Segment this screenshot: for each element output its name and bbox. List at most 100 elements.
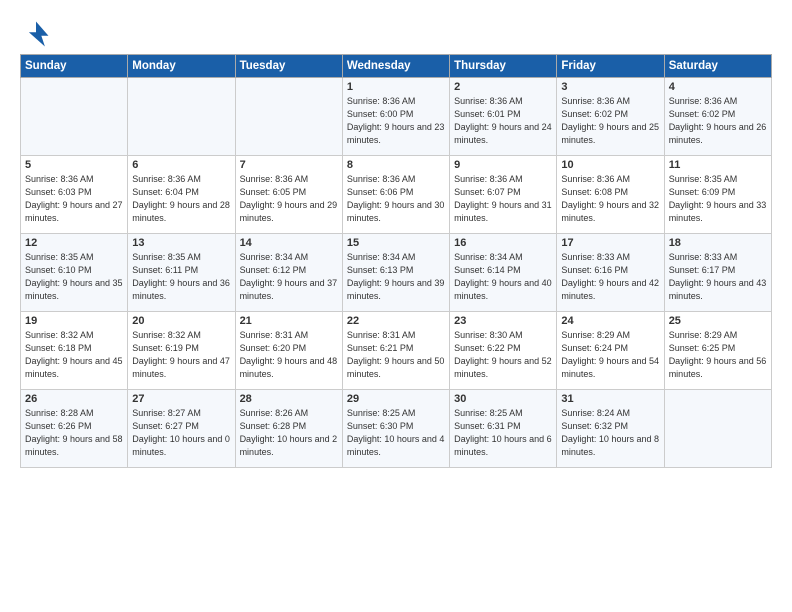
day-number: 24 (561, 315, 659, 327)
day-cell: 28Sunrise: 8:26 AM Sunset: 6:28 PM Dayli… (235, 390, 342, 468)
day-number: 13 (132, 237, 230, 249)
day-cell: 30 Sunrise: 8:25 AM Sunset: 6:31 PM Dayli… (450, 390, 557, 468)
day-detail: Sunrise: 8:31 AM Sunset: 6:21 PM Dayligh… (347, 329, 445, 381)
day-detail: Sunrise: 8:36 AM Sunset: 6:03 PM Dayligh… (25, 173, 123, 225)
day-detail: Sunrise: 8:35 AM Sunset: 6:10 PM Dayligh… (25, 251, 123, 303)
day-detail: Sunrise: 8:32 AM Sunset: 6:18 PM Dayligh… (25, 329, 123, 381)
day-cell: 16 Sunrise: 8:34 AM Sunset: 6:14 PM Dayli… (450, 234, 557, 312)
day-detail: Sunrise: 8:25 AM Sunset: 6:31 PM Dayligh… (454, 407, 552, 459)
day-cell: 10 Sunrise: 8:36 AM Sunset: 6:08 PM Dayli… (557, 156, 664, 234)
day-number: 1 (347, 81, 445, 93)
day-cell: 12 Sunrise: 8:35 AM Sunset: 6:10 PM Dayli… (21, 234, 128, 312)
day-number: 2 (454, 81, 552, 93)
day-detail: Sunrise: 8:36 AM Sunset: 6:02 PM Dayligh… (669, 95, 767, 147)
day-detail: Sunrise: 8:35 AM Sunset: 6:11 PM Dayligh… (132, 251, 230, 303)
header (20, 18, 772, 50)
day-detail: Sunrise: 8:36 AM Sunset: 6:05 PM Dayligh… (240, 173, 338, 225)
day-number: 14 (240, 237, 338, 249)
day-cell: 11 Sunrise: 8:35 AM Sunset: 6:09 PM Dayli… (664, 156, 771, 234)
day-number: 21 (240, 315, 338, 327)
week-row-3: 12 Sunrise: 8:35 AM Sunset: 6:10 PM Dayli… (21, 234, 772, 312)
day-detail: Sunrise: 8:36 AM Sunset: 6:07 PM Dayligh… (454, 173, 552, 225)
day-number: 26 (25, 393, 123, 405)
weekday-saturday: Saturday (664, 55, 771, 78)
day-detail: Sunrise: 8:32 AM Sunset: 6:19 PM Dayligh… (132, 329, 230, 381)
week-row-2: 5 Sunrise: 8:36 AM Sunset: 6:03 PM Daylig… (21, 156, 772, 234)
day-number: 16 (454, 237, 552, 249)
day-number: 23 (454, 315, 552, 327)
weekday-tuesday: Tuesday (235, 55, 342, 78)
day-number: 25 (669, 315, 767, 327)
day-number: 19 (25, 315, 123, 327)
day-cell (235, 78, 342, 156)
day-number: 27 (132, 393, 230, 405)
day-cell: 20 Sunrise: 8:32 AM Sunset: 6:19 PM Dayli… (128, 312, 235, 390)
day-number: 18 (669, 237, 767, 249)
day-cell: 6Sunrise: 8:36 AM Sunset: 6:04 PM Daylig… (128, 156, 235, 234)
day-number: 12 (25, 237, 123, 249)
day-detail: Sunrise: 8:34 AM Sunset: 6:13 PM Dayligh… (347, 251, 445, 303)
weekday-sunday: Sunday (21, 55, 128, 78)
day-cell: 7Sunrise: 8:36 AM Sunset: 6:05 PM Daylig… (235, 156, 342, 234)
logo (20, 18, 56, 50)
day-number: 30 (454, 393, 552, 405)
day-number: 9 (454, 159, 552, 171)
day-cell: 9 Sunrise: 8:36 AM Sunset: 6:07 PM Daylig… (450, 156, 557, 234)
day-number: 4 (669, 81, 767, 93)
day-number: 15 (347, 237, 445, 249)
weekday-friday: Friday (557, 55, 664, 78)
calendar-table: SundayMondayTuesdayWednesdayThursdayFrid… (20, 54, 772, 468)
day-cell: 21 Sunrise: 8:31 AM Sunset: 6:20 PM Dayli… (235, 312, 342, 390)
day-number: 22 (347, 315, 445, 327)
day-cell: 19 Sunrise: 8:32 AM Sunset: 6:18 PM Dayli… (21, 312, 128, 390)
weekday-wednesday: Wednesday (342, 55, 449, 78)
day-number: 10 (561, 159, 659, 171)
day-detail: Sunrise: 8:36 AM Sunset: 6:01 PM Dayligh… (454, 95, 552, 147)
day-cell: 27 Sunrise: 8:27 AM Sunset: 6:27 PM Dayli… (128, 390, 235, 468)
weekday-monday: Monday (128, 55, 235, 78)
day-cell: 23 Sunrise: 8:30 AM Sunset: 6:22 PM Dayli… (450, 312, 557, 390)
day-cell: 17Sunrise: 8:33 AM Sunset: 6:16 PM Dayli… (557, 234, 664, 312)
day-number: 17 (561, 237, 659, 249)
day-detail: Sunrise: 8:33 AM Sunset: 6:17 PM Dayligh… (669, 251, 767, 303)
day-detail: Sunrise: 8:36 AM Sunset: 6:02 PM Dayligh… (561, 95, 659, 147)
day-number: 29 (347, 393, 445, 405)
day-detail: Sunrise: 8:36 AM Sunset: 6:08 PM Dayligh… (561, 173, 659, 225)
day-number: 11 (669, 159, 767, 171)
day-detail: Sunrise: 8:31 AM Sunset: 6:20 PM Dayligh… (240, 329, 338, 381)
day-number: 20 (132, 315, 230, 327)
day-detail: Sunrise: 8:26 AM Sunset: 6:28 PM Dayligh… (240, 407, 338, 459)
day-detail: Sunrise: 8:28 AM Sunset: 6:26 PM Dayligh… (25, 407, 123, 459)
day-number: 3 (561, 81, 659, 93)
day-cell: 4 Sunrise: 8:36 AM Sunset: 6:02 PM Daylig… (664, 78, 771, 156)
day-cell: 25Sunrise: 8:29 AM Sunset: 6:25 PM Dayli… (664, 312, 771, 390)
day-cell: 8 Sunrise: 8:36 AM Sunset: 6:06 PM Daylig… (342, 156, 449, 234)
day-detail: Sunrise: 8:34 AM Sunset: 6:12 PM Dayligh… (240, 251, 338, 303)
day-number: 8 (347, 159, 445, 171)
day-cell: 3 Sunrise: 8:36 AM Sunset: 6:02 PM Daylig… (557, 78, 664, 156)
day-cell: 14 Sunrise: 8:34 AM Sunset: 6:12 PM Dayli… (235, 234, 342, 312)
day-cell (21, 78, 128, 156)
day-cell (664, 390, 771, 468)
week-row-1: 1Sunrise: 8:36 AM Sunset: 6:00 PM Daylig… (21, 78, 772, 156)
day-cell: 26 Sunrise: 8:28 AM Sunset: 6:26 PM Dayli… (21, 390, 128, 468)
day-number: 5 (25, 159, 123, 171)
day-detail: Sunrise: 8:24 AM Sunset: 6:32 PM Dayligh… (561, 407, 659, 459)
day-detail: Sunrise: 8:34 AM Sunset: 6:14 PM Dayligh… (454, 251, 552, 303)
day-cell: 22 Sunrise: 8:31 AM Sunset: 6:21 PM Dayli… (342, 312, 449, 390)
page: SundayMondayTuesdayWednesdayThursdayFrid… (0, 0, 792, 612)
day-cell: 13 Sunrise: 8:35 AM Sunset: 6:11 PM Dayli… (128, 234, 235, 312)
weekday-thursday: Thursday (450, 55, 557, 78)
day-detail: Sunrise: 8:27 AM Sunset: 6:27 PM Dayligh… (132, 407, 230, 459)
day-detail: Sunrise: 8:35 AM Sunset: 6:09 PM Dayligh… (669, 173, 767, 225)
day-detail: Sunrise: 8:36 AM Sunset: 6:06 PM Dayligh… (347, 173, 445, 225)
day-cell: 2 Sunrise: 8:36 AM Sunset: 6:01 PM Daylig… (450, 78, 557, 156)
weekday-header-row: SundayMondayTuesdayWednesdayThursdayFrid… (21, 55, 772, 78)
day-cell: 5 Sunrise: 8:36 AM Sunset: 6:03 PM Daylig… (21, 156, 128, 234)
day-detail: Sunrise: 8:36 AM Sunset: 6:04 PM Dayligh… (132, 173, 230, 225)
day-cell: 24Sunrise: 8:29 AM Sunset: 6:24 PM Dayli… (557, 312, 664, 390)
day-detail: Sunrise: 8:30 AM Sunset: 6:22 PM Dayligh… (454, 329, 552, 381)
logo-icon (20, 18, 52, 50)
day-cell: 18 Sunrise: 8:33 AM Sunset: 6:17 PM Dayli… (664, 234, 771, 312)
day-number: 31 (561, 393, 659, 405)
